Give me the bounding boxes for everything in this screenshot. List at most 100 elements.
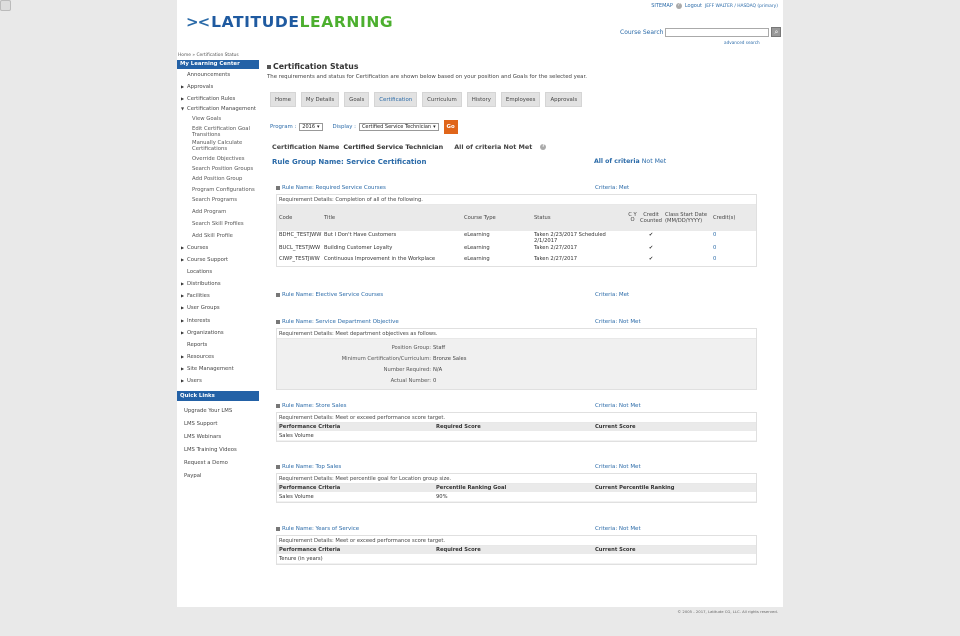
quick-link[interactable]: Upgrade Your LMS: [177, 405, 259, 418]
sidebar-item[interactable]: Announcements: [177, 69, 259, 81]
sidebar-item[interactable]: Search Position Groups: [177, 165, 259, 173]
sidebar-item[interactable]: ▶ Course Support: [177, 254, 259, 266]
tab-certification[interactable]: Certification: [374, 92, 418, 107]
sidebar-item[interactable]: Reports: [177, 339, 259, 351]
display-select[interactable]: Certified Service Technician ▾: [358, 123, 439, 131]
sidebar-item[interactable]: Search Programs: [177, 194, 259, 206]
rule-department-objective: Rule Name: Service Department Objective C…: [276, 319, 757, 390]
sidebar-item[interactable]: ▼ Certification Management: [177, 105, 259, 113]
help-icon[interactable]: ?: [675, 3, 682, 9]
sidebar-item-label: Users: [187, 377, 202, 384]
cell-title: But I Don't Have Customers: [324, 232, 397, 238]
rule-name[interactable]: Rule Name: Service Department Objective: [282, 319, 399, 325]
tab-employees[interactable]: Employees: [500, 92, 541, 107]
tab-approvals[interactable]: Approvals: [545, 92, 583, 107]
user-link[interactable]: JEFF WALTER / HASDAQ (primary): [705, 4, 778, 9]
caret-right-icon: ▶: [181, 305, 185, 311]
sidebar-item[interactable]: ▶ Organizations: [177, 327, 259, 339]
sidebar-item[interactable]: Add Program: [177, 206, 259, 218]
collapse-icon[interactable]: [276, 319, 280, 324]
logout-link[interactable]: Logout: [685, 3, 702, 9]
sidebar-item-label: Approvals: [187, 84, 214, 91]
quick-link[interactable]: LMS Training Videos: [177, 444, 259, 457]
breadcrumb[interactable]: Home » Certification Status: [178, 53, 239, 58]
program-select[interactable]: 2016 ▾: [299, 123, 323, 131]
credits-link[interactable]: 0: [713, 245, 756, 251]
collapse-icon[interactable]: [276, 292, 280, 297]
caret-right-icon: ▶: [181, 281, 185, 287]
rule-top-sales: Rule Name: Top Sales Criteria: Not Met Re…: [276, 464, 757, 503]
advanced-search-link[interactable]: advanced search: [724, 40, 760, 45]
table-row: BUCL_TESTJWW Building Customer Loyalty eLe…: [277, 244, 756, 255]
sidebar-item[interactable]: Add Skill Profile: [177, 230, 259, 242]
quick-links-heading: Quick Links: [177, 391, 259, 402]
caret-right-icon: ▶: [181, 353, 185, 359]
quick-link[interactable]: Request a Demo: [177, 457, 259, 470]
tab-history[interactable]: History: [466, 92, 496, 107]
logo[interactable]: >< LATITUDE LEARNING: [186, 11, 393, 33]
credits-link[interactable]: 0: [713, 256, 756, 262]
logo-word-learning: LEARNING: [299, 13, 394, 31]
sidebar-item[interactable]: ▶ User Groups: [177, 302, 259, 314]
sidebar-item[interactable]: ▶ Certification Rules: [177, 93, 259, 105]
rule-name[interactable]: Rule Name: Elective Service Courses: [282, 292, 383, 298]
rule-name[interactable]: Rule Name: Top Sales: [282, 464, 341, 470]
credits-link[interactable]: 0: [713, 232, 756, 238]
sidebar-item[interactable]: Search Skill Profiles: [177, 218, 259, 230]
rule-criteria: Criteria: Not Met: [595, 526, 641, 532]
table-header: Performance Criteria Required Score Curren…: [277, 423, 756, 431]
sidebar-item[interactable]: ▶ Resources: [177, 351, 259, 363]
go-button[interactable]: Go: [443, 120, 458, 134]
tab-home[interactable]: Home: [270, 92, 296, 107]
sidebar-item[interactable]: ▶ Distributions: [177, 278, 259, 290]
sidebar-item[interactable]: Program Configurations: [177, 186, 259, 194]
top-sales-table: Requirement Details: Meet percentile goa…: [276, 473, 757, 503]
sidebar-item-label: Add Program: [192, 208, 227, 215]
sidebar-heading[interactable]: My Learning Center: [177, 60, 259, 69]
quick-link[interactable]: LMS Support: [177, 418, 259, 431]
sidebar-item[interactable]: Override Objectives: [177, 153, 259, 165]
rule-name[interactable]: Rule Name: Store Sales: [282, 403, 346, 409]
sidebar-item[interactable]: ▶ Site Management: [177, 363, 259, 375]
tab-curriculum[interactable]: Curriculum: [422, 92, 462, 107]
rule-name[interactable]: Rule Name: Years of Service: [282, 526, 359, 532]
corner-button[interactable]: [0, 0, 11, 11]
sidebar-item[interactable]: Locations: [177, 266, 259, 278]
caret-down-icon: ▼: [181, 106, 185, 112]
tab-goals[interactable]: Goals: [344, 92, 370, 107]
course-search-input[interactable]: [665, 27, 770, 37]
sidebar-item-label: Override Objectives: [192, 156, 245, 163]
collapse-icon[interactable]: [276, 185, 280, 190]
sidebar-item[interactable]: ▶ Approvals: [177, 81, 259, 93]
sitemap-link[interactable]: SITEMAP: [651, 3, 673, 9]
sidebar-item[interactable]: ▶ Facilities: [177, 290, 259, 302]
sidebar-item[interactable]: View Goals: [177, 113, 259, 125]
sidebar-item[interactable]: Manually Calculate Certifications: [177, 139, 259, 153]
tab-my-details[interactable]: My Details: [300, 92, 340, 107]
rule-name[interactable]: Rule Name: Required Service Courses: [282, 185, 386, 191]
quick-link[interactable]: Paypal: [177, 470, 259, 483]
search-icon[interactable]: ⌕: [771, 27, 782, 37]
table-row: Sales Volume: [277, 431, 756, 441]
objective-table: Position Group: Staff Minimum Certificatio…: [277, 339, 756, 389]
sidebar-item-label: Search Programs: [192, 196, 237, 203]
sidebar-item-label: Program Configurations: [192, 186, 255, 193]
sidebar-item[interactable]: Add Position Group: [177, 173, 259, 185]
sidebar-item[interactable]: ▶ Interests: [177, 315, 259, 327]
quick-link[interactable]: LMS Webinars: [177, 431, 259, 444]
sidebar-item[interactable]: Edit Certification Goal Transitions: [177, 125, 259, 139]
collapse-icon[interactable]: [276, 403, 280, 408]
collapse-icon[interactable]: [276, 526, 280, 531]
course-search: Course Search ⌕: [620, 27, 782, 37]
sidebar-item[interactable]: ▶ Courses: [177, 242, 259, 254]
store-sales-table: Requirement Details: Meet or exceed perf…: [276, 412, 757, 442]
sidebar-item-label: Certification Management: [187, 106, 256, 113]
caret-right-icon: ▶: [181, 365, 185, 371]
table-row: BDHC_TESTJWW But I Don't Have Customers eL…: [277, 231, 756, 244]
collapse-icon[interactable]: [276, 464, 280, 469]
sidebar-item[interactable]: ▶ Users: [177, 375, 259, 387]
cell-title: Building Customer Loyalty: [324, 245, 393, 251]
sidebar-item-label: Search Skill Profiles: [192, 220, 244, 227]
sidebar-item-label: Search Position Groups: [192, 166, 254, 173]
info-icon[interactable]: ?: [540, 144, 547, 150]
